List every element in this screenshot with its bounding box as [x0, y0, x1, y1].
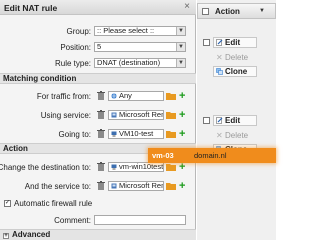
- advanced-section[interactable]: + Advanced: [0, 229, 196, 240]
- change-destination-value: vm-win10test: [119, 162, 164, 171]
- position-label: Position:: [60, 43, 91, 52]
- service-icon: [111, 183, 117, 189]
- traffic-from-field[interactable]: Any: [108, 91, 164, 101]
- folder-icon[interactable]: [166, 92, 176, 100]
- delete-icon: ✕: [216, 131, 223, 140]
- change-destination-label: Change the destination to:: [0, 163, 91, 172]
- delete-label: Delete: [225, 53, 249, 62]
- going-to-value: VM10-test: [119, 129, 154, 138]
- trash-icon[interactable]: [97, 110, 105, 120]
- advanced-label: Advanced: [12, 230, 51, 239]
- edit-label: Edit: [225, 116, 241, 125]
- edit-nat-rule-dialog: Edit NAT rule × Group: :: Please select …: [0, 0, 196, 240]
- folder-icon[interactable]: [166, 111, 176, 119]
- chevron-down-icon: ▼: [176, 27, 185, 35]
- folder-icon[interactable]: [166, 182, 176, 190]
- trash-icon[interactable]: [97, 181, 105, 191]
- auto-firewall-label: Automatic firewall rule: [14, 199, 93, 208]
- rule-type-select[interactable]: DNAT (destination) ▼: [94, 58, 186, 68]
- select-all-checkbox[interactable]: [202, 8, 209, 15]
- folder-icon[interactable]: [166, 130, 176, 138]
- globe-icon: [111, 93, 117, 99]
- edit-label: Edit: [225, 38, 241, 47]
- delete-button[interactable]: ✕ Delete: [213, 130, 257, 141]
- edit-icon: [216, 117, 223, 124]
- delete-button[interactable]: ✕ Delete: [213, 52, 257, 63]
- edit-button[interactable]: Edit: [213, 115, 257, 126]
- close-icon[interactable]: ×: [184, 1, 190, 12]
- edit-icon: [216, 39, 223, 46]
- rule-type-label: Rule type:: [54, 59, 91, 68]
- traffic-from-label: For traffic from:: [36, 92, 91, 101]
- rule-type-value: DNAT (destination): [97, 58, 161, 67]
- tooltip-host: vm-03: [152, 151, 174, 160]
- dialog-title: Edit NAT rule: [4, 3, 58, 13]
- clone-button[interactable]: Clone: [213, 66, 257, 77]
- and-service-label: And the service to:: [24, 182, 91, 191]
- host-icon: [111, 164, 117, 170]
- host-icon: [111, 131, 117, 137]
- using-service-label: Using service:: [40, 111, 91, 120]
- clone-label: Clone: [225, 67, 248, 76]
- position-value: 5: [97, 42, 102, 51]
- edit-button[interactable]: Edit: [213, 37, 257, 48]
- trash-icon[interactable]: [97, 91, 105, 101]
- going-to-field[interactable]: VM10-test: [108, 129, 164, 139]
- sort-arrow-icon[interactable]: ▼: [259, 8, 265, 14]
- going-to-label: Going to:: [58, 130, 91, 139]
- clone-icon: [216, 68, 223, 75]
- delete-icon: ✕: [216, 53, 223, 62]
- traffic-from-value: Any: [119, 91, 132, 100]
- comment-input[interactable]: [94, 215, 186, 225]
- chevron-down-icon: ▼: [176, 59, 185, 67]
- add-icon[interactable]: +: [179, 91, 185, 102]
- auto-firewall-checkbox[interactable]: ✓: [4, 200, 11, 207]
- folder-icon[interactable]: [166, 163, 176, 171]
- group-label: Group:: [66, 27, 91, 36]
- add-icon[interactable]: +: [179, 181, 185, 192]
- chevron-down-icon: ▼: [176, 43, 185, 51]
- and-service-field[interactable]: Microsoft Rem: [108, 181, 164, 191]
- autocomplete-tooltip[interactable]: vm-03 domain.nl: [148, 148, 276, 163]
- using-service-value: Microsoft Rem: [119, 110, 164, 119]
- action-column-header[interactable]: Action ▼: [197, 3, 276, 19]
- expand-icon: +: [3, 233, 9, 239]
- and-service-value: Microsoft Rem: [119, 181, 164, 190]
- comment-label: Comment:: [54, 216, 91, 225]
- position-select[interactable]: 5 ▼: [94, 42, 186, 52]
- group-select[interactable]: :: Please select :: ▼: [94, 26, 186, 36]
- rules-list-panel: Action ▼ Edit ✕ Delete Clone Edit ✕ Dele…: [197, 0, 276, 240]
- trash-icon[interactable]: [97, 162, 105, 172]
- change-destination-field[interactable]: vm-win10test: [108, 162, 164, 172]
- dialog-titlebar: Edit NAT rule ×: [0, 0, 196, 15]
- add-icon[interactable]: +: [179, 110, 185, 121]
- row-checkbox[interactable]: [203, 39, 210, 46]
- trash-icon[interactable]: [97, 129, 105, 139]
- add-icon[interactable]: +: [179, 162, 185, 173]
- add-icon[interactable]: +: [179, 129, 185, 140]
- using-service-field[interactable]: Microsoft Rem: [108, 110, 164, 120]
- tooltip-domain: domain.nl: [194, 151, 227, 160]
- delete-label: Delete: [225, 131, 249, 140]
- action-column-label: Action: [215, 7, 240, 16]
- service-icon: [111, 112, 117, 118]
- group-value: :: Please select ::: [97, 26, 155, 35]
- matching-condition-header: Matching condition: [0, 73, 196, 84]
- row-checkbox[interactable]: [203, 117, 210, 124]
